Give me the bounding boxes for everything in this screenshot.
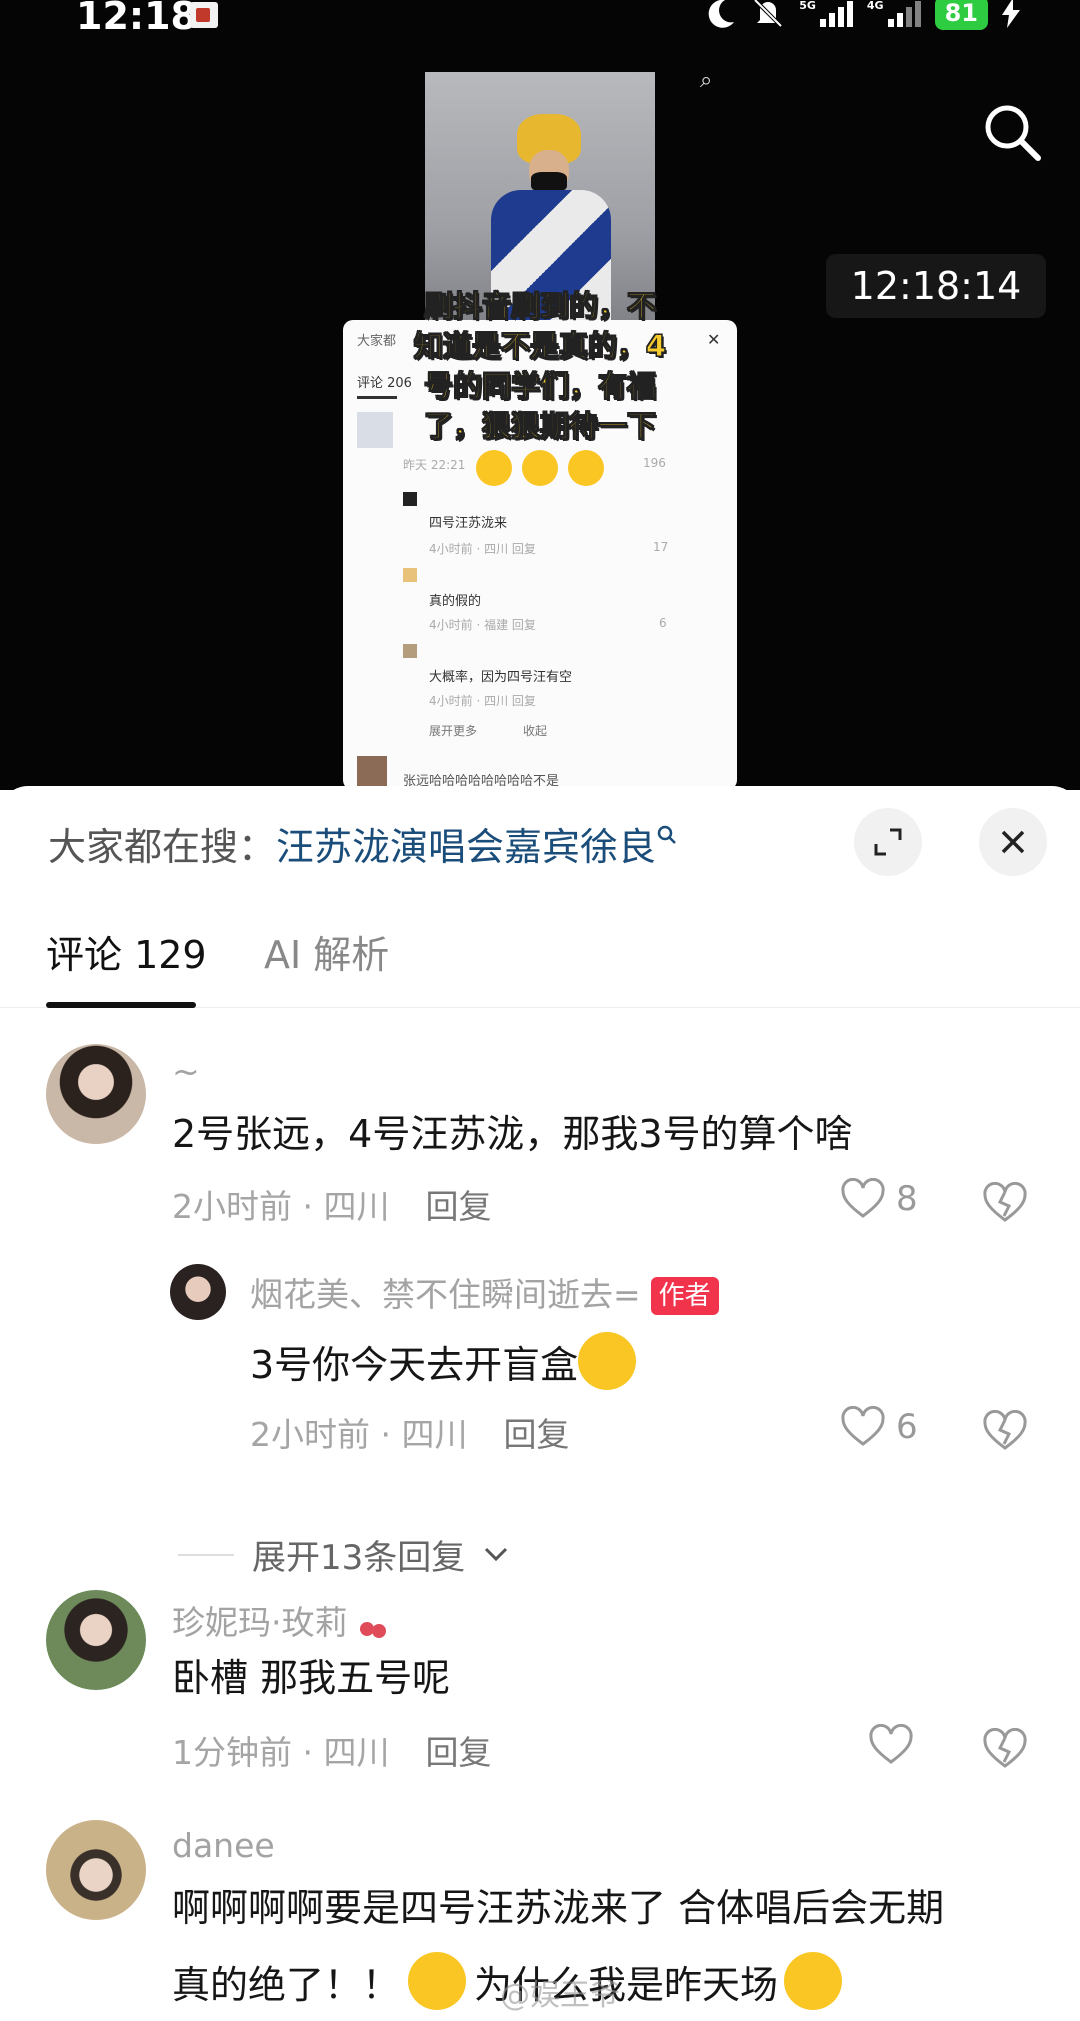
- author-badge: 作者: [650, 1277, 719, 1315]
- trending-search-keyword[interactable]: 汪苏泷演唱会嘉宾徐良: [276, 825, 656, 869]
- comment-username[interactable]: danee: [172, 1826, 275, 1865]
- mini-like2: 17: [653, 540, 669, 554]
- caption-line-3: 号的同学们，有福: [423, 369, 656, 404]
- mini-avatar-3: [403, 568, 417, 582]
- reply-time-location: 2小时前 · 四川: [250, 1415, 468, 1454]
- status-bar: 12:18 5G 4G 81: [0, 0, 1080, 40]
- pleading-emoji-icon: [408, 1952, 467, 2010]
- comment-text: 卧槽 那我五号呢: [172, 1656, 451, 1700]
- moon-icon: [708, 0, 735, 28]
- dislike-icon[interactable]: [982, 1728, 1028, 1770]
- like-count: 6: [896, 1407, 918, 1447]
- mute-icon: [753, 0, 783, 28]
- mini-close-icon: ✕: [707, 330, 721, 349]
- close-button[interactable]: [979, 808, 1047, 876]
- signal-bars-icon-2: [887, 0, 921, 27]
- like-button[interactable]: 8: [840, 1178, 918, 1220]
- laugh-cry-emoji-icon: [475, 450, 512, 486]
- shy-emoji-icon: [578, 1332, 637, 1390]
- heart-icon: [841, 1406, 885, 1446]
- laugh-cry-emoji-icon: [522, 450, 558, 486]
- video-caption: 刷抖音刷到的，不 知道是不是真的，4 号的同学们，有福 了，狠狠期待一下: [380, 286, 700, 488]
- avatar[interactable]: [170, 1264, 226, 1320]
- video-timestamp: 12:18:14: [826, 254, 1046, 318]
- like-button[interactable]: [868, 1724, 914, 1766]
- search-icon[interactable]: [980, 100, 1044, 164]
- status-icons: 5G 4G 81: [703, 0, 1020, 30]
- comment-sheet: 大家都在搜：汪苏泷演唱会嘉宾徐良 评论 129 AI 解析: [0, 786, 1080, 2021]
- mini-like3: 6: [659, 616, 667, 630]
- reply-button[interactable]: 回复: [503, 1415, 569, 1454]
- notification-icon: [190, 2, 218, 28]
- avatar[interactable]: [46, 1590, 146, 1690]
- comment-meta: 1分钟前 · 四川 回复: [172, 1726, 491, 1774]
- comment-username-text: 珍妮玛·玫莉: [172, 1603, 348, 1642]
- trending-search-label: 大家都在搜：: [48, 825, 277, 869]
- comment-tabs: 评论 129 AI 解析: [0, 914, 1080, 1008]
- comment-text: 2号张远，4号汪苏泷，那我3号的算个啥: [172, 1112, 853, 1156]
- divider-line: [178, 1553, 234, 1556]
- mini-avatar-4: [403, 644, 417, 658]
- mini-meta3: 4小时前 · 四川 回复: [429, 694, 536, 708]
- signal-bars-icon: [819, 0, 853, 27]
- cherry-icon: [358, 1608, 388, 1638]
- comment-text-part-a: 真的绝了！！: [172, 1963, 401, 2007]
- comment-meta: 2小时前 · 四川 回复: [172, 1180, 491, 1228]
- charging-icon: [1002, 0, 1020, 28]
- mini-avatar-5: [357, 756, 387, 786]
- caption-line-1: 刷抖音刷到的，不: [423, 289, 656, 324]
- mini-comment1: 四号汪苏泷来: [429, 516, 508, 531]
- battery-indicator: 81: [934, 0, 988, 30]
- reply-button[interactable]: 回复: [425, 1187, 491, 1226]
- trending-search[interactable]: 大家都在搜：汪苏泷演唱会嘉宾徐良: [48, 816, 678, 871]
- caption-emojis: [380, 448, 700, 488]
- close-icon: [1001, 830, 1025, 854]
- mini-collapse: 收起: [523, 724, 548, 738]
- comment-text-line-1: 啊啊啊啊要是四号汪苏泷来了 合体唱后会无期: [172, 1886, 945, 1930]
- comment-username[interactable]: ~: [172, 1052, 200, 1091]
- reply-text: 3号你今天去开盲盒: [250, 1332, 637, 1393]
- mini-comment2: 真的假的: [429, 594, 482, 609]
- status-time: 12:18: [76, 0, 197, 38]
- mini-comment3: 大概率，因为四号汪有空: [429, 670, 573, 685]
- expand-icon: [874, 828, 902, 856]
- caption-line-2: 知道是不是真的，4: [413, 329, 667, 364]
- search-icon: [657, 825, 676, 844]
- dislike-icon[interactable]: [982, 1182, 1028, 1224]
- comment-time-location: 2小时前 · 四川: [172, 1187, 390, 1226]
- expand-replies-label: 展开13条回复: [252, 1538, 466, 1578]
- signal-label-5g: 5G: [799, 0, 816, 12]
- comment-time-location: 1分钟前 · 四川: [172, 1733, 390, 1772]
- video-area[interactable]: 12:18 5G 4G 81 ⌕ 12:18:14 大家都 ✕ 评论 206 昨…: [0, 0, 1080, 790]
- mini-avatar-2: [403, 492, 417, 506]
- small-search-icon: ⌕: [700, 68, 713, 93]
- tab-comments[interactable]: 评论 129: [46, 924, 207, 979]
- avatar[interactable]: [46, 1820, 146, 1920]
- like-button[interactable]: 6: [840, 1406, 918, 1448]
- crying-emoji-icon: [784, 1952, 843, 2010]
- avatar[interactable]: [46, 1044, 146, 1144]
- like-count: 8: [896, 1179, 918, 1219]
- laugh-cry-emoji-icon: [568, 450, 605, 486]
- tab-ai-analysis[interactable]: AI 解析: [264, 924, 389, 979]
- reply-text-content: 3号你今天去开盲盒: [250, 1343, 579, 1387]
- expand-replies-button[interactable]: 展开13条回复: [178, 1530, 509, 1579]
- comment-username[interactable]: 珍妮玛·玫莉: [172, 1596, 388, 1644]
- chevron-down-icon: [485, 1547, 508, 1561]
- signal-label-4g: 4G: [866, 0, 884, 12]
- reply-username-text: 烟花美、禁不住瞬间逝去=: [250, 1275, 641, 1314]
- watermark: @娱王爷: [500, 1978, 620, 2013]
- reply-meta: 2小时前 · 四川 回复: [250, 1408, 569, 1456]
- reply-username[interactable]: 烟花美、禁不住瞬间逝去= 作者: [250, 1268, 719, 1316]
- heart-icon: [869, 1724, 913, 1764]
- caption-line-4: 了，狠狠期待一下: [423, 409, 656, 444]
- heart-icon: [841, 1178, 885, 1218]
- dislike-icon[interactable]: [982, 1410, 1028, 1452]
- reply-button[interactable]: 回复: [425, 1733, 491, 1772]
- active-tab-indicator: [46, 1002, 196, 1008]
- expand-button[interactable]: [854, 808, 922, 876]
